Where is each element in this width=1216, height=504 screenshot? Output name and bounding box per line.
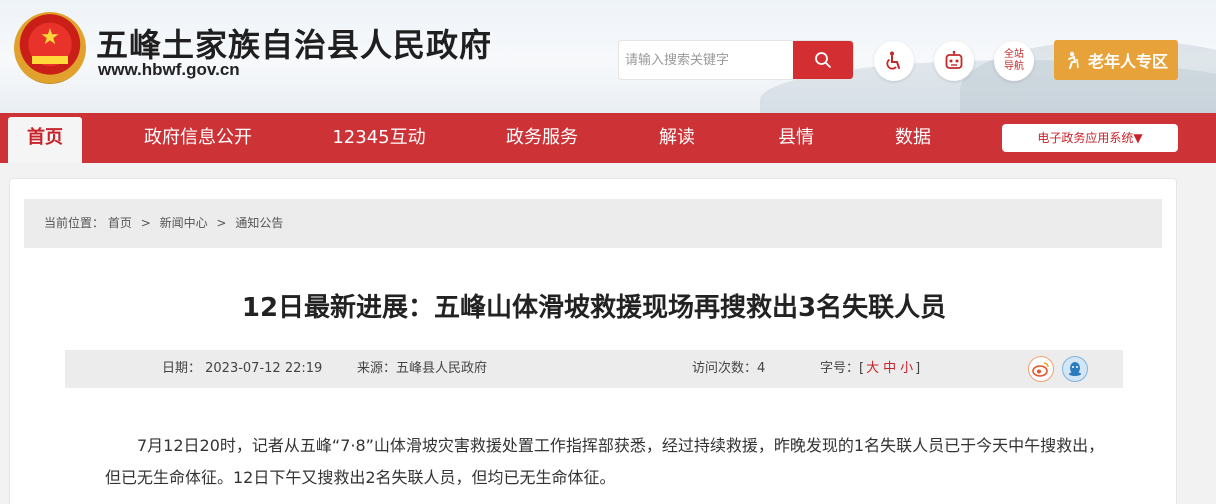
- nav-item-services[interactable]: 政务服务: [497, 113, 587, 163]
- site-navigation-label-2: 导航: [1004, 61, 1024, 72]
- site-navigation-button[interactable]: 全站 导航: [994, 41, 1034, 81]
- main-navigation: 首页 政府信息公开 12345互动 政务服务 解读 县情 数据 电子政务应用系统…: [0, 113, 1216, 163]
- font-size-large[interactable]: 大: [866, 361, 879, 376]
- breadcrumb: 当前位置： 首页 > 新闻中心 > 通知公告: [24, 199, 1162, 248]
- nav-item-gov-info[interactable]: 政府信息公开: [133, 113, 263, 163]
- article-source: 来源：五峰县人民政府: [357, 361, 488, 376]
- breadcrumb-separator: >: [216, 216, 227, 230]
- article-container: 当前位置： 首页 > 新闻中心 > 通知公告 12日最新进展：五峰山体滑坡救援现…: [9, 178, 1177, 504]
- article-visit-count: 访问次数：4: [692, 361, 766, 376]
- article-title: 12日最新进展：五峰山体滑坡救援现场再搜救出3名失联人员: [241, 293, 947, 323]
- share-weibo-button[interactable]: [1028, 356, 1054, 382]
- nav-item-county-info[interactable]: 县情: [769, 113, 823, 163]
- elderly-zone-label: 老年人专区: [1087, 52, 1168, 71]
- article-date: 日期： 2023-07-12 22:19: [162, 361, 323, 376]
- breadcrumb-separator: >: [140, 216, 151, 230]
- article-body-paragraph: 7月12日20时，记者从五峰“7·8”山体滑坡灾害救援处置工作指挥部获悉，经过持…: [105, 436, 1105, 487]
- search-input[interactable]: [619, 41, 795, 79]
- article-meta-bar: 日期： 2023-07-12 22:19 来源：五峰县人民政府 访问次数：4 字…: [65, 350, 1123, 388]
- e-gov-app-system-dropdown[interactable]: 电子政务应用系统▼: [1002, 124, 1178, 152]
- search-button[interactable]: [793, 41, 853, 79]
- qq-icon: [1069, 362, 1081, 376]
- nav-item-interpretation[interactable]: 解读: [650, 113, 704, 163]
- emblem-base: [32, 56, 68, 64]
- font-size-label: 字号：: [820, 361, 860, 376]
- national-emblem-logo[interactable]: ★: [14, 12, 86, 84]
- nav-item-home[interactable]: 首页: [8, 117, 82, 163]
- emblem-star-icon: ★: [40, 25, 60, 50]
- robot-icon: [945, 50, 963, 69]
- site-navigation-label-1: 全站: [1004, 49, 1024, 60]
- breadcrumb-home-link[interactable]: 首页: [108, 216, 132, 230]
- elderly-zone-button[interactable]: 老年人专区: [1054, 40, 1178, 80]
- site-url: www.hbwf.gov.cn: [98, 60, 240, 79]
- wheelchair-icon: [886, 51, 900, 70]
- elderly-person-icon: [1067, 51, 1079, 69]
- breadcrumb-prefix: 当前位置：: [44, 216, 105, 230]
- breadcrumb-notice-link[interactable]: 通知公告: [235, 216, 283, 230]
- weibo-icon: [1032, 362, 1049, 377]
- search-icon: [815, 52, 831, 68]
- font-size-medium[interactable]: 中: [883, 361, 896, 376]
- font-size-control: 字号：[大中小]: [820, 361, 921, 376]
- share-qq-button[interactable]: [1062, 356, 1088, 382]
- site-header: ★ 五峰土家族自治县人民政府 www.hbwf.gov.cn 请输入搜索关键字 …: [0, 0, 1216, 113]
- search-box: [618, 40, 854, 80]
- nav-item-12345[interactable]: 12345互动: [318, 113, 440, 163]
- font-size-small[interactable]: 小: [900, 361, 913, 376]
- accessibility-button[interactable]: [874, 41, 914, 81]
- breadcrumb-news-link[interactable]: 新闻中心: [160, 216, 208, 230]
- nav-item-data[interactable]: 数据: [886, 113, 940, 163]
- robot-assistant-button[interactable]: [934, 41, 974, 81]
